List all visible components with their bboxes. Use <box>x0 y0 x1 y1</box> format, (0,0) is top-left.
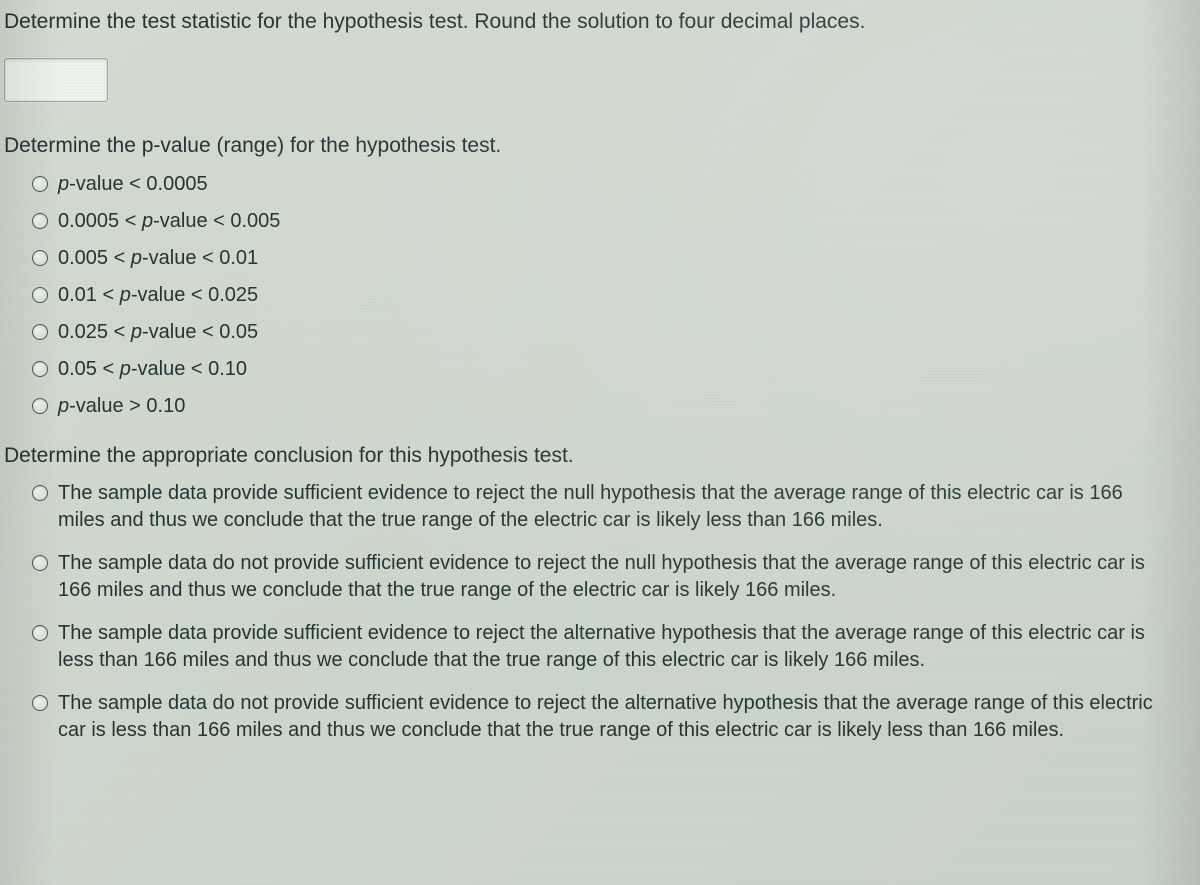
conclusion-prompt: Determine the appropriate conclusion for… <box>4 442 1196 470</box>
p-value-option[interactable]: p-value < 0.0005 <box>32 171 1196 198</box>
p-value-option[interactable]: 0.025 < p-value < 0.05 <box>32 319 1196 346</box>
conclusion-option[interactable]: The sample data provide sufficient evide… <box>32 620 1196 674</box>
radio-icon[interactable] <box>32 695 48 711</box>
radio-icon[interactable] <box>32 287 48 303</box>
option-label: p-value > 0.10 <box>58 393 185 420</box>
option-label: The sample data provide sufficient evide… <box>58 480 1168 534</box>
conclusion-option[interactable]: The sample data do not provide sufficien… <box>32 550 1196 604</box>
p-value-option[interactable]: 0.005 < p-value < 0.01 <box>32 245 1196 272</box>
option-label: 0.005 < p-value < 0.01 <box>58 245 258 272</box>
option-label: p-value < 0.0005 <box>58 171 208 198</box>
option-label: 0.01 < p-value < 0.025 <box>58 282 258 309</box>
p-value-option[interactable]: 0.01 < p-value < 0.025 <box>32 282 1196 309</box>
p-value-prompt: Determine the p-value (range) for the hy… <box>4 132 1196 160</box>
p-value-option[interactable]: 0.05 < p-value < 0.10 <box>32 356 1196 383</box>
radio-icon[interactable] <box>32 625 48 641</box>
p-value-options: p-value < 0.0005 0.0005 < p-value < 0.00… <box>4 171 1196 420</box>
test-statistic-prompt: Determine the test statistic for the hyp… <box>4 8 1196 36</box>
radio-icon[interactable] <box>32 250 48 266</box>
option-label: 0.0005 < p-value < 0.005 <box>58 208 280 235</box>
radio-icon[interactable] <box>32 176 48 192</box>
option-label: The sample data do not provide sufficien… <box>58 690 1168 744</box>
conclusion-option[interactable]: The sample data do not provide sufficien… <box>32 690 1196 744</box>
option-label: The sample data do not provide sufficien… <box>58 550 1168 604</box>
radio-icon[interactable] <box>32 398 48 414</box>
option-label: 0.025 < p-value < 0.05 <box>58 319 258 346</box>
conclusion-option[interactable]: The sample data provide sufficient evide… <box>32 480 1196 534</box>
option-label: 0.05 < p-value < 0.10 <box>58 356 247 383</box>
p-value-option[interactable]: 0.0005 < p-value < 0.005 <box>32 208 1196 235</box>
p-value-option[interactable]: p-value > 0.10 <box>32 393 1196 420</box>
radio-icon[interactable] <box>32 361 48 377</box>
radio-icon[interactable] <box>32 213 48 229</box>
radio-icon[interactable] <box>32 485 48 501</box>
radio-icon[interactable] <box>32 324 48 340</box>
test-statistic-input[interactable] <box>4 58 108 102</box>
radio-icon[interactable] <box>32 555 48 571</box>
option-label: The sample data provide sufficient evide… <box>58 620 1168 674</box>
conclusion-options: The sample data provide sufficient evide… <box>4 480 1196 744</box>
